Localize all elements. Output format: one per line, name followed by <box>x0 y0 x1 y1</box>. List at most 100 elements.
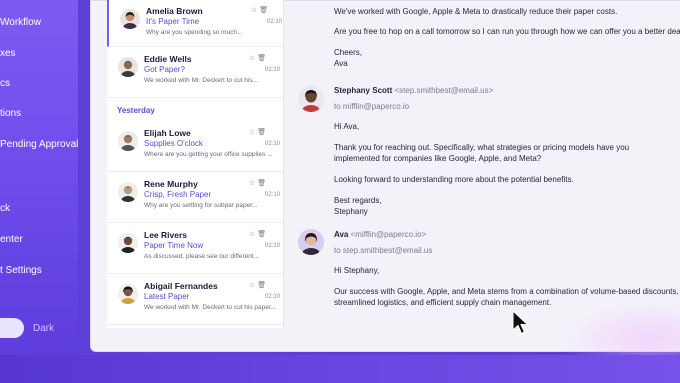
trash-icon[interactable]: 🗑 <box>257 55 266 62</box>
sidebar-item-label: tions <box>0 108 22 119</box>
mail-list-item[interactable]: Amelia Brown It's Paper Time Why are you… <box>107 0 283 47</box>
sidebar-item-label: enter <box>0 234 23 245</box>
sidebar-item-label: xes <box>0 48 16 59</box>
mail-list-item[interactable]: Rene Murphy Crisp, Fresh Paper Why are y… <box>107 173 283 223</box>
mail-actions: ☆ 🗑 <box>249 128 266 136</box>
trash-icon[interactable]: 🗑 <box>257 180 266 187</box>
message-greeting: Hi Stephany, <box>334 266 380 275</box>
avatar <box>120 9 140 29</box>
sidebar-item-analytics[interactable]: cs <box>0 78 10 89</box>
sidebar-item-feedback[interactable]: ck <box>0 203 10 214</box>
trash-icon[interactable]: 🗑 <box>259 7 268 14</box>
mail-subject: Crisp, Fresh Paper <box>144 190 212 199</box>
mail-time: 02:10 <box>265 294 281 300</box>
mail-subject: Paper Time Now <box>144 241 204 250</box>
avatar <box>298 86 324 112</box>
mail-actions: ☆ 🗑 <box>249 230 266 238</box>
avatar <box>118 284 138 304</box>
mail-time: 02:10 <box>265 243 281 249</box>
mail-list: Amelia Brown It's Paper Time Why are you… <box>107 0 284 328</box>
mail-preview: As discussed, please see our different..… <box>144 253 260 260</box>
mail-time: 02:10 <box>265 141 281 147</box>
mail-actions: ☆ 🗑 <box>249 54 266 62</box>
sidebar-item-boxes[interactable]: xes <box>0 48 16 59</box>
sender-name: Stephany Scott <box>334 86 393 95</box>
message-line: Looking forward to understanding more ab… <box>334 175 574 184</box>
sender-email: <step.smithbest@email.us> <box>394 86 494 95</box>
mail-actions: ☆ 🗑 <box>251 6 268 14</box>
mail-preview: We worked with Mr. Deckert to cut his pa… <box>144 304 277 311</box>
mail-actions: ☆ 🗑 <box>249 179 266 187</box>
previous-message-line: We've worked with Google, Apple & Meta t… <box>334 7 618 16</box>
recipient-line: to step.smithbest@email.us <box>334 246 433 255</box>
star-icon[interactable]: ☆ <box>249 129 255 136</box>
mail-list-item[interactable]: Elijah Lowe Supplies O'clock Where are y… <box>107 122 283 172</box>
bottom-band <box>0 355 680 383</box>
message-line: implemented for companies like Google, A… <box>334 154 542 163</box>
sender-name: Lee Rivers <box>144 230 187 240</box>
sidebar-item-actions[interactable]: tions <box>0 108 21 119</box>
mail-preview: Why are you spending so much... <box>146 29 243 36</box>
previous-message-line: Cheers, <box>334 48 363 57</box>
previous-message-line: Are you free to hop on a call tomorrow s… <box>334 27 680 36</box>
star-icon[interactable]: ☆ <box>249 282 255 289</box>
sidebar-item-label: Pending Approval <box>0 139 79 150</box>
recipient-line: to mifflin@paperco.io <box>334 102 410 111</box>
trash-icon[interactable]: 🗑 <box>257 129 266 136</box>
decorative-glow <box>560 300 680 355</box>
message-line: Stephany <box>334 207 368 216</box>
sidebar-item-workflow[interactable]: Workflow <box>0 17 41 28</box>
sidebar-item-label: t Settings <box>0 265 42 276</box>
sender-email: <mifflin@paperco.io> <box>350 230 427 239</box>
sender-name: Abigail Fernandes <box>144 281 218 291</box>
message-line: Our success with Google, Apple, and Meta… <box>334 287 679 296</box>
message-header: Stephany Scott <step.smithbest@email.us> <box>334 86 493 96</box>
sidebar: Workflow xes cs tions Pending Approval c… <box>0 0 78 383</box>
sender-name: Amelia Brown <box>146 6 203 16</box>
message-line: streamlined logistics, and efficient sup… <box>334 298 552 307</box>
message-header: Ava <mifflin@paperco.io> <box>334 230 426 240</box>
mail-subject: Supplies O'clock <box>144 139 203 148</box>
mail-subject: Latest Paper <box>144 292 190 301</box>
mouse-cursor-icon <box>512 309 530 341</box>
sidebar-item-help-center[interactable]: enter <box>0 234 23 245</box>
reading-pane: We've worked with Google, Apple & Meta t… <box>284 0 680 330</box>
mail-actions: ☆ 🗑 <box>249 281 266 289</box>
theme-toggle[interactable] <box>0 318 24 338</box>
star-icon[interactable]: ☆ <box>249 231 255 238</box>
trash-icon[interactable]: 🗑 <box>257 282 266 289</box>
message-line: Best regards, <box>334 196 382 205</box>
mail-time: 02:10 <box>265 192 281 198</box>
mail-preview: Why are you settling for subpar paper... <box>144 202 258 209</box>
day-header: Yesterday <box>117 106 155 115</box>
sender-name: Elijah Lowe <box>144 128 191 138</box>
sidebar-item-label: cs <box>0 78 10 89</box>
mail-list-item[interactable]: Eddie Wells Got Paper? We worked with Mr… <box>107 48 283 98</box>
theme-toggle-label: Dark <box>33 323 55 334</box>
sidebar-item-account-settings[interactable]: t Settings <box>0 265 42 276</box>
mail-list-item[interactable]: Lee Rivers Paper Time Now As discussed, … <box>107 224 283 274</box>
mail-time: 02:10 <box>265 67 281 73</box>
mail-preview: Where are you getting your office suppli… <box>144 151 273 158</box>
avatar <box>118 182 138 202</box>
star-icon[interactable]: ☆ <box>249 180 255 187</box>
previous-message-line: Ava <box>334 59 348 68</box>
mail-list-item[interactable]: Abigail Fernandes Latest Paper We worked… <box>107 275 283 325</box>
star-icon[interactable]: ☆ <box>251 7 257 14</box>
sidebar-item-label: ck <box>0 203 10 214</box>
mail-preview: We worked with Mr. Deckert to cut his... <box>144 77 259 84</box>
avatar <box>118 131 138 151</box>
star-icon[interactable]: ☆ <box>249 55 255 62</box>
sender-name: Eddie Wells <box>144 54 192 64</box>
trash-icon[interactable]: 🗑 <box>257 231 266 238</box>
mail-time: 02:10 <box>267 19 283 25</box>
avatar <box>118 57 138 77</box>
sender-name: Ava <box>334 230 349 239</box>
mail-subject: Got Paper? <box>144 65 185 74</box>
sidebar-item-label: Workflow <box>0 17 41 28</box>
message-greeting: Hi Ava, <box>334 122 360 131</box>
sidebar-item-pending-approval[interactable]: Pending Approval <box>0 139 78 150</box>
avatar <box>298 229 324 255</box>
sender-name: Rene Murphy <box>144 179 198 189</box>
avatar <box>118 233 138 253</box>
